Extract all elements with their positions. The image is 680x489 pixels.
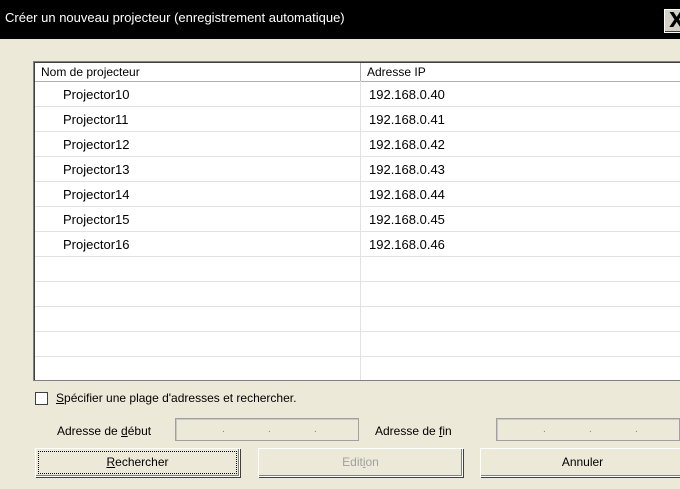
table-row[interactable]: Projector13 192.168.0.43 [35, 157, 680, 182]
ip-separator: . [589, 424, 592, 435]
table-row[interactable]: Projector10 192.168.0.40 [35, 82, 680, 107]
projector-name-cell: Projector12 [63, 137, 130, 152]
table-row[interactable] [35, 282, 680, 307]
edit-button[interactable]: Edition [258, 448, 463, 477]
table-row[interactable]: Projector12 192.168.0.42 [35, 132, 680, 157]
projector-name-cell: Projector13 [63, 162, 130, 177]
projector-name-cell: Projector16 [63, 237, 130, 252]
list-header: Nom de projecteur Adresse IP [35, 63, 680, 82]
window-title: Créer un nouveau projecteur (enregistrem… [5, 10, 345, 25]
start-address-label: Adresse de début [57, 424, 152, 438]
projector-list[interactable]: Nom de projecteur Adresse IP Projector10… [33, 61, 680, 381]
table-row[interactable] [35, 332, 680, 357]
ip-address-cell: 192.168.0.40 [369, 87, 445, 102]
ip-address-cell: 192.168.0.43 [369, 162, 445, 177]
table-row[interactable]: Projector11 192.168.0.41 [35, 107, 680, 132]
ip-separator: . [635, 424, 638, 435]
end-address-field[interactable]: . . . [496, 418, 680, 441]
close-button[interactable]: X [664, 8, 680, 33]
ip-address-cell: 192.168.0.41 [369, 112, 445, 127]
projector-name-cell: Projector15 [63, 212, 130, 227]
table-row[interactable]: Projector14 192.168.0.44 [35, 182, 680, 207]
ip-separator: . [543, 424, 546, 435]
column-header-ip[interactable]: Adresse IP [361, 63, 680, 81]
column-header-name[interactable]: Nom de projecteur [35, 63, 361, 81]
ip-separator: . [314, 424, 317, 435]
ip-address-cell: 192.168.0.44 [369, 187, 445, 202]
ip-address-cell: 192.168.0.42 [369, 137, 445, 152]
table-row[interactable] [35, 257, 680, 282]
end-address-label: Adresse de fin [375, 424, 452, 438]
title-bar: Créer un nouveau projecteur (enregistrem… [0, 0, 680, 39]
start-address-field[interactable]: . . . [175, 418, 359, 441]
specify-range-label[interactable]: Spécifier une plage d'adresses et recher… [56, 391, 296, 405]
table-row[interactable] [35, 357, 680, 380]
projector-name-cell: Projector11 [63, 112, 129, 127]
close-icon: X [669, 8, 680, 32]
table-row[interactable]: Projector16 192.168.0.46 [35, 232, 680, 257]
cancel-button[interactable]: Annuler [480, 448, 680, 477]
search-button[interactable]: Rechercher [35, 448, 240, 477]
projector-name-cell: Projector10 [63, 87, 130, 102]
ip-separator: . [268, 424, 271, 435]
ip-separator: . [222, 424, 225, 435]
ip-address-cell: 192.168.0.45 [369, 212, 445, 227]
ip-address-cell: 192.168.0.46 [369, 237, 445, 252]
specify-range-checkbox[interactable] [35, 392, 48, 405]
table-row[interactable] [35, 307, 680, 332]
projector-name-cell: Projector14 [63, 187, 130, 202]
table-row[interactable]: Projector15 192.168.0.45 [35, 207, 680, 232]
